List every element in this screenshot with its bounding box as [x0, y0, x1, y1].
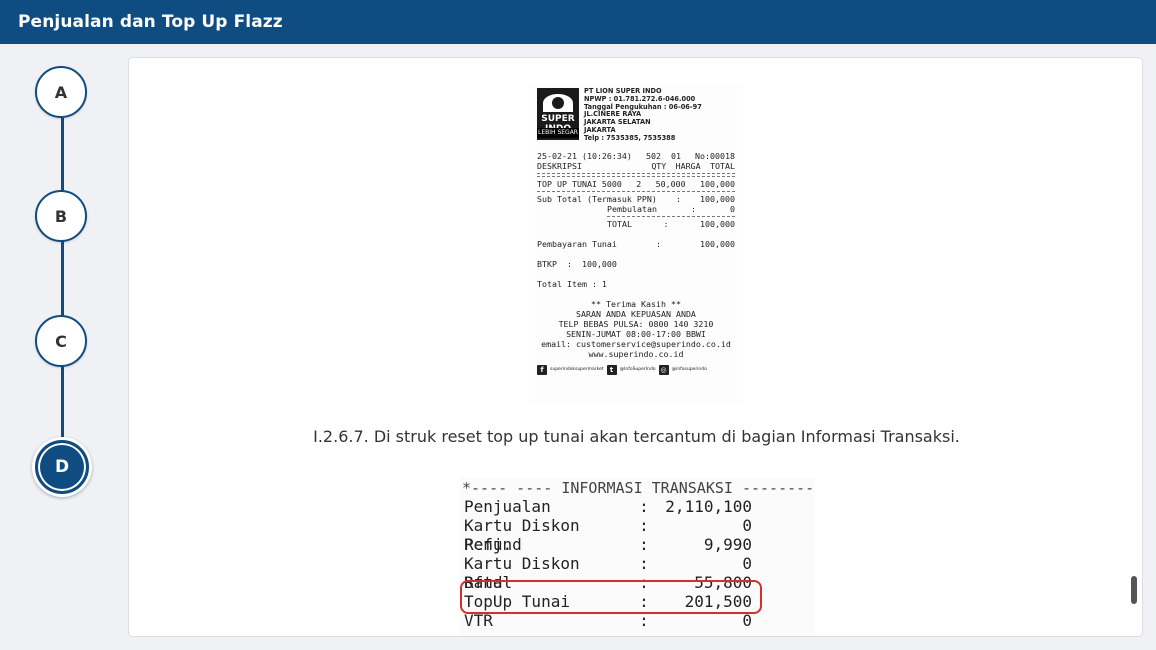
hours-line: SENIN-JUMAT 08:00-17:00 BBWI	[566, 328, 706, 339]
step-c[interactable]: C	[35, 315, 87, 367]
step-b[interactable]: B	[35, 190, 87, 242]
step-a[interactable]: A	[35, 66, 87, 118]
col-harga: HARGA	[675, 160, 701, 171]
step-caption: I.2.6.7. Di struk reset top up tunai aka…	[313, 427, 960, 446]
total-item-line: Total Item : 1	[537, 278, 607, 289]
col-qty: QTY	[651, 160, 667, 171]
web-line: www.superindo.co.id	[588, 348, 684, 359]
item-name: TOP UP TUNAI 5000	[537, 178, 622, 189]
step-d-label: D	[54, 457, 70, 477]
page-title: Penjualan dan Top Up Flazz	[18, 12, 283, 32]
pembulatan-value: 0	[729, 203, 735, 214]
app-header: Penjualan dan Top Up Flazz	[0, 0, 1156, 44]
step-d[interactable]: D	[32, 437, 92, 497]
item-total: 100,000	[700, 178, 735, 189]
total-value: 100,000	[700, 218, 735, 229]
pulsa-line: TELP BEBAS PULSA: 0800 140 3210	[558, 318, 714, 329]
topup-highlight-box	[460, 580, 762, 614]
info-row: Refund:9,990	[464, 535, 752, 554]
instagram-icon: ◎	[658, 364, 669, 375]
step-b-label: B	[54, 206, 68, 226]
social-tw: @InfoSuperIndo	[619, 366, 656, 372]
facebook-icon: f	[537, 364, 547, 375]
social-ig: @infosuperindo	[671, 366, 707, 372]
item-harga: 50,000	[655, 178, 686, 189]
step-a-label: A	[54, 82, 68, 102]
step-d-inner: D	[35, 440, 89, 494]
email-line: email: customerservice@superindo.co.id	[541, 338, 731, 349]
receipt-store: 502 01	[645, 150, 681, 161]
superindo-logo: SUPER INDO LEBIH SEGAR	[537, 88, 579, 140]
col-deskripsi: DESKRIPSI	[537, 160, 582, 171]
bayar-value: 100,000	[700, 238, 735, 249]
receipt-image-top: SUPER INDO LEBIH SEGAR PT LION SUPER IND…	[529, 84, 743, 402]
thanks-line: ** Terima Kasih **	[591, 298, 681, 309]
bayar-label: Pembayaran Tunai	[537, 238, 617, 249]
saran-line: SARAN ANDA KEPUASAN ANDA	[576, 308, 696, 319]
btkp-line: BTKP : 100,000	[537, 258, 617, 269]
subtotal-value: 100,000	[700, 193, 735, 204]
step-c-label: C	[55, 331, 67, 351]
total-label: TOTAL	[607, 218, 632, 229]
receipt-no: No:00018	[695, 150, 735, 161]
info-transaksi-title: *---- ---- INFORMASI TRANSAKSI --------*	[462, 479, 815, 497]
twitter-icon: t	[606, 364, 617, 375]
receipt-image-bottom: *---- ---- INFORMASI TRANSAKSI --------*…	[460, 478, 815, 636]
item-qty: 2	[636, 178, 642, 189]
scrollbar-thumb[interactable]	[1131, 576, 1137, 604]
subtotal-label: Sub Total (Termasuk PPN)	[537, 193, 657, 204]
content-panel: SUPER INDO LEBIH SEGAR PT LION SUPER IND…	[128, 57, 1143, 637]
social-fb: superindoksupermarket	[550, 366, 604, 372]
stepper-connector	[61, 118, 64, 468]
info-row: Penjualan:2,110,100	[464, 497, 752, 516]
receipt-telp: Telp : 7535385, 7535388	[584, 133, 676, 142]
receipt-datetime: 25-02-21 (10:26:34)	[537, 150, 632, 161]
pembulatan-label: Pembulatan	[607, 203, 657, 214]
col-total: TOTAL	[709, 160, 735, 171]
